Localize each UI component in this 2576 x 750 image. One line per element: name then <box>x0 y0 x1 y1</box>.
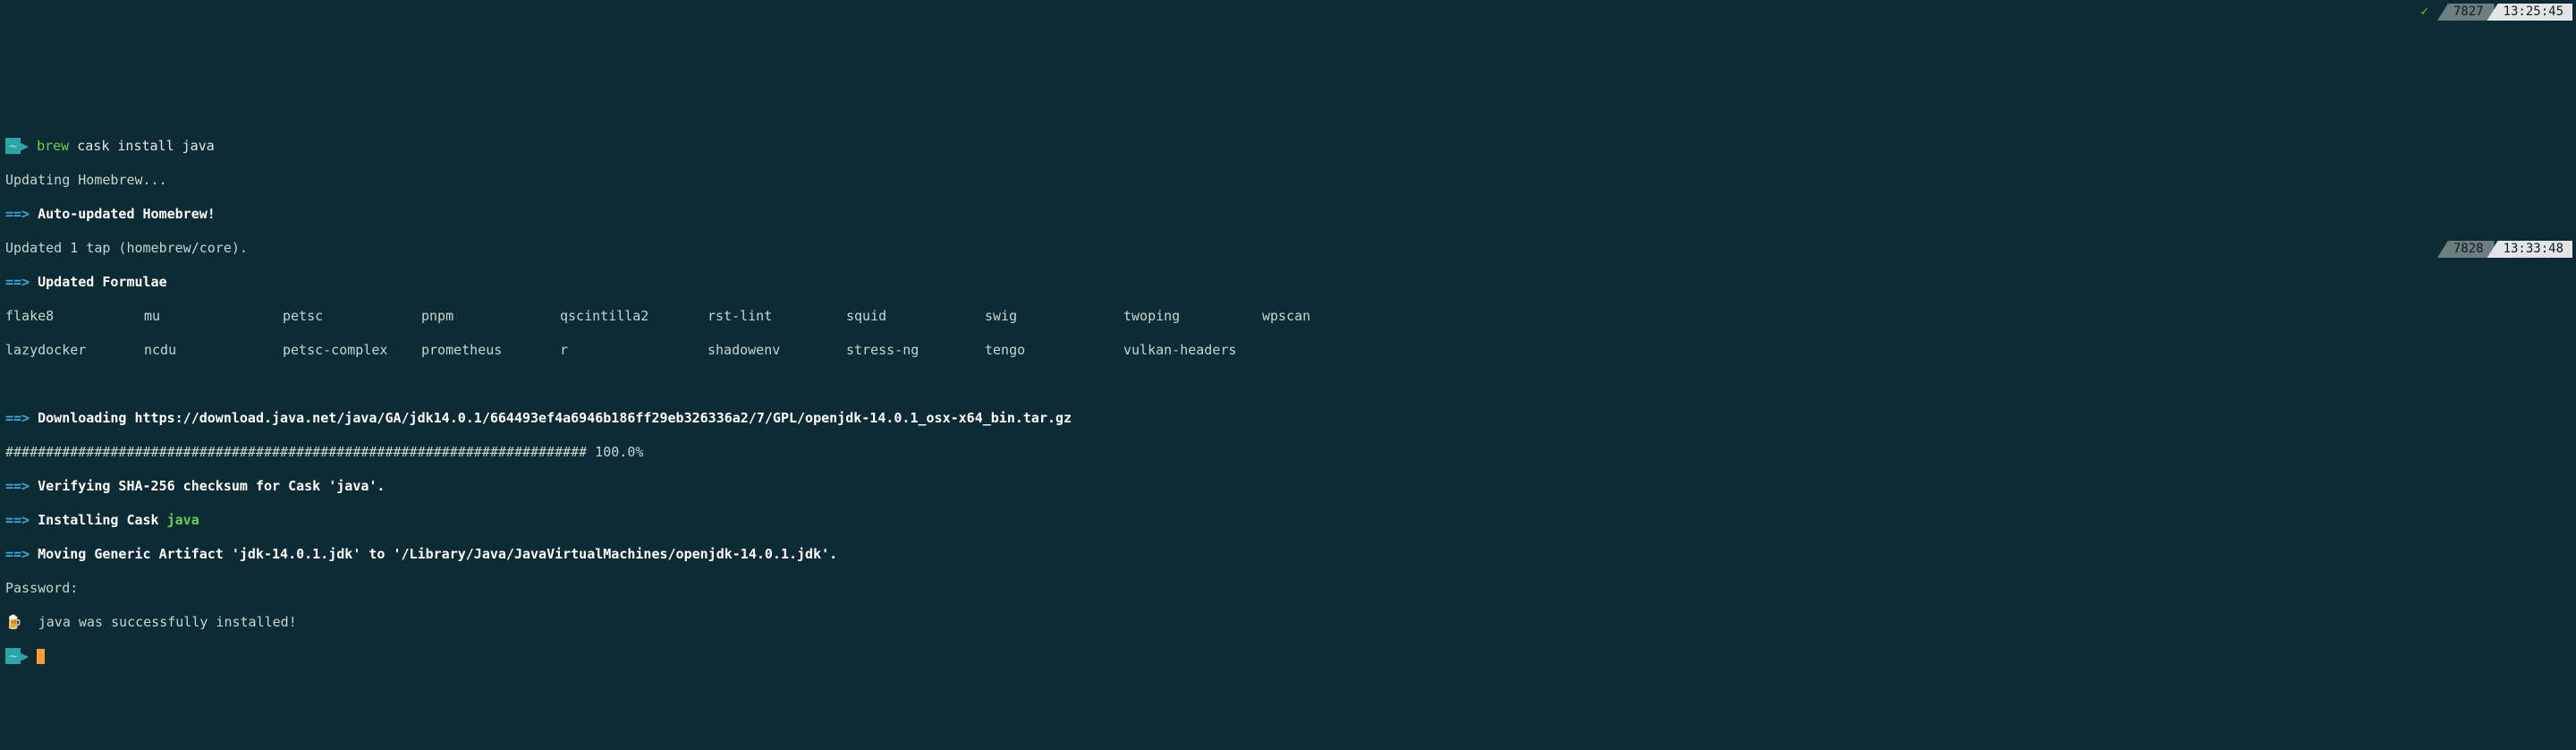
output-line: Updated 1 tap (homebrew/core). <box>5 240 2576 257</box>
formulae-row: flake8mupetscpnpmqscintilla2rst-lintsqui… <box>5 308 2576 325</box>
arrow-icon: ==> <box>5 478 30 494</box>
status-number: 7827 <box>2437 4 2495 21</box>
output-line: ==> Moving Generic Artifact 'jdk-14.0.1.… <box>5 546 2576 563</box>
prompt-path: ~ <box>5 648 21 664</box>
output-line: ==> Updated Formulae <box>5 274 2576 291</box>
prompt-line[interactable]: ~▶ brew cask install java <box>5 138 2576 155</box>
status-number: 7828 <box>2437 241 2495 258</box>
status-time: 13:25:45 <box>2487 4 2572 21</box>
prompt-separator-icon: ▶ <box>21 648 29 664</box>
arrow-icon: ==> <box>5 512 30 528</box>
check-icon: ✓ <box>2420 4 2428 21</box>
cursor <box>37 649 45 664</box>
command-args: cask install java <box>77 138 215 154</box>
blank-line <box>5 376 2576 393</box>
formulae-row: lazydockerncdupetsc-complexprometheusrsh… <box>5 342 2576 359</box>
output-line: ==> Downloading https://download.java.ne… <box>5 410 2576 427</box>
output-line: Updating Homebrew... <box>5 172 2576 189</box>
arrow-icon: ==> <box>5 274 30 290</box>
output-line: ==> Auto-updated Homebrew! <box>5 206 2576 223</box>
status-bar-top: ✓ 7827 13:25:45 <box>2420 4 2572 21</box>
output-line: ==> Verifying SHA-256 checksum for Cask … <box>5 478 2576 495</box>
prompt-separator-icon: ▶ <box>21 138 29 154</box>
arrow-icon: ==> <box>5 546 30 562</box>
output-line: ==> Installing Cask java <box>5 512 2576 529</box>
command-name: brew <box>37 138 69 154</box>
progress-line: ########################################… <box>5 444 2576 461</box>
status-bar-bottom: 7828 13:33:48 <box>2437 241 2572 258</box>
prompt-path: ~ <box>5 138 21 154</box>
beer-icon: 🍺 <box>5 614 22 630</box>
success-line: 🍺 java was successfully installed! <box>5 614 2576 631</box>
prompt-line-ready[interactable]: ~▶ <box>5 648 2576 665</box>
status-time: 13:33:48 <box>2487 241 2572 258</box>
password-line: Password: <box>5 580 2576 597</box>
arrow-icon: ==> <box>5 206 30 222</box>
arrow-icon: ==> <box>5 410 30 426</box>
